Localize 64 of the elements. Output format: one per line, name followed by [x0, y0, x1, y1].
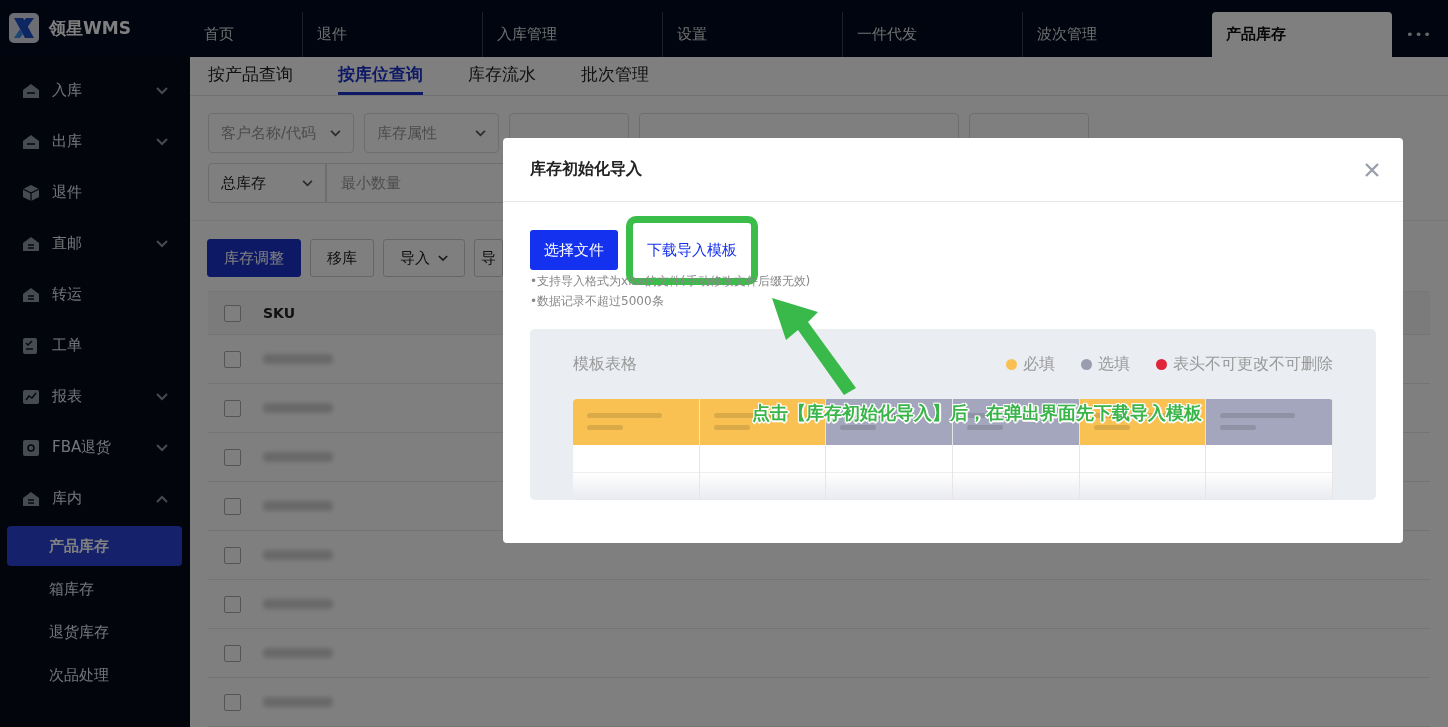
nav-tab[interactable]: 首页: [190, 12, 302, 57]
checkbox[interactable]: [224, 304, 241, 322]
checkbox[interactable]: [224, 546, 241, 564]
sidebar-item[interactable]: 报表: [0, 371, 190, 422]
legend-label: 必填: [1023, 353, 1055, 375]
more-tabs-button[interactable]: •••: [1392, 12, 1446, 57]
sidebar-subitem[interactable]: 退货库存: [7, 612, 182, 652]
checkbox[interactable]: [224, 448, 241, 466]
chevron-down-icon: [475, 129, 487, 137]
choose-file-button[interactable]: 选择文件: [530, 230, 618, 270]
preview-title: 模板表格: [573, 353, 637, 375]
nav-tab[interactable]: 产品库存: [1212, 12, 1392, 57]
house-icon: [22, 234, 40, 253]
column-header: SKU: [263, 305, 296, 321]
checkbox[interactable]: [224, 644, 241, 662]
chevron-down-icon: [156, 392, 168, 401]
house-icon: [22, 489, 40, 508]
box-icon: [22, 183, 40, 202]
house-arrow-icon: [22, 132, 40, 151]
sub-tab[interactable]: 库存流水: [468, 57, 536, 95]
sidebar-item[interactable]: 出库: [0, 116, 190, 167]
house-icon: [22, 285, 40, 304]
action-button[interactable]: 导: [474, 239, 503, 277]
sidebar-subitem[interactable]: 产品库存: [7, 526, 182, 566]
app-name: 领星WMS: [49, 16, 131, 40]
close-icon[interactable]: [1365, 162, 1379, 177]
checkbox[interactable]: [224, 399, 241, 417]
chevron-up-icon: [156, 494, 168, 503]
chevron-down-icon: [302, 179, 313, 187]
action-button[interactable]: 导入: [383, 239, 465, 277]
chevron-down-icon: [156, 137, 168, 146]
chevron-down-icon: [156, 239, 168, 248]
checkbox[interactable]: [224, 497, 241, 515]
chevron-down-icon: [330, 129, 342, 137]
sidebar-subitem[interactable]: 箱库存: [7, 569, 182, 609]
letter-icon: [22, 438, 40, 457]
checklist-icon: [22, 336, 40, 355]
sidebar-item[interactable]: 入库: [0, 65, 190, 116]
hint-text: •数据记录不超过5000条: [530, 293, 665, 310]
legend-label: 表头不可更改不可删除: [1173, 353, 1333, 375]
checkbox[interactable]: [224, 693, 241, 711]
sidebar-subitem[interactable]: 次品处理: [7, 655, 182, 695]
chart-icon: [22, 387, 40, 406]
sub-tab[interactable]: 批次管理: [581, 57, 649, 95]
select-field[interactable]: 总库存: [208, 163, 326, 203]
caret-icon: [438, 254, 448, 262]
sidebar-item[interactable]: 工单: [0, 320, 190, 371]
sidebar-item[interactable]: 直邮: [0, 218, 190, 269]
sub-tab[interactable]: 按库位查询: [338, 57, 423, 95]
sidebar-item[interactable]: 退件: [0, 167, 190, 218]
sidebar-item[interactable]: 转运: [0, 269, 190, 320]
legend-label: 选填: [1098, 353, 1130, 375]
house-arrow-icon: [22, 81, 40, 100]
chevron-down-icon: [156, 443, 168, 452]
action-button[interactable]: 库存调整: [207, 239, 301, 277]
sidebar-item[interactable]: 库内: [0, 473, 190, 524]
sub-tab[interactable]: 按产品查询: [208, 57, 293, 95]
chevron-down-icon: [156, 86, 168, 95]
checkbox[interactable]: [224, 350, 241, 368]
checkbox[interactable]: [224, 595, 241, 613]
action-button[interactable]: 移库: [310, 239, 374, 277]
sidebar-item[interactable]: FBA退货: [0, 422, 190, 473]
download-template-link[interactable]: 下载导入模板: [647, 240, 737, 260]
logo-icon: [9, 13, 39, 43]
